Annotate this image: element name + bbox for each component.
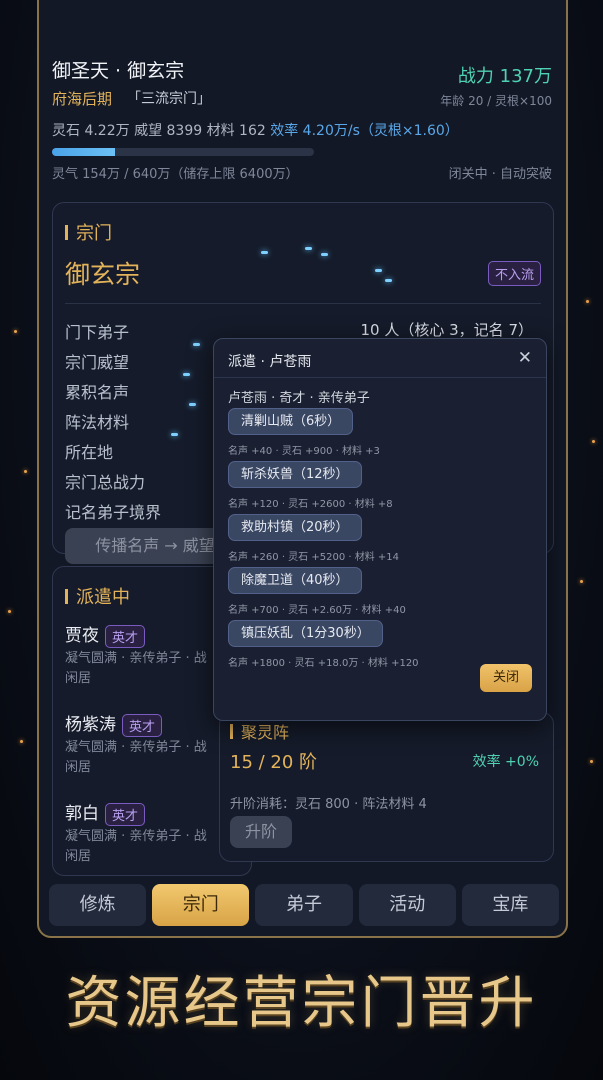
dialog-divider xyxy=(214,377,546,378)
tab-sect[interactable]: 宗门 xyxy=(152,884,250,926)
task-reward: 名声 +260 · 灵石 +5200 · 材料 +14 xyxy=(228,552,400,563)
array-panel-title-text: 聚灵阵 xyxy=(241,723,290,742)
qi-particle xyxy=(305,247,312,250)
disciple-detail: 凝气圆满 · 亲传弟子 · 战 xyxy=(65,829,207,844)
dispatch-panel-title: 派遣中 xyxy=(65,583,130,609)
qi-particle xyxy=(261,251,268,254)
qi-particle xyxy=(375,269,382,272)
row-label-prestige: 宗门威望 xyxy=(65,353,130,372)
dispatch-panel-title-text: 派遣中 xyxy=(76,587,130,608)
sect-tier-badge: 不入流 xyxy=(487,261,541,286)
task-reward: 名声 +1800 · 灵石 +18.0万 · 材料 +120 xyxy=(228,658,419,669)
task-button-demons[interactable]: 除魔卫道（40秒） xyxy=(228,567,362,594)
row-value-disciples: 10 人（核心 3，记名 7） xyxy=(360,321,533,339)
qi-particle xyxy=(385,279,392,282)
row-label-fame: 累积名声 xyxy=(65,383,130,402)
upgrade-button[interactable]: 升阶 xyxy=(230,816,292,848)
qi-particle xyxy=(321,253,328,256)
sect-panel-title-text: 宗门 xyxy=(76,223,112,244)
disciple-status: 闲居 xyxy=(65,760,92,775)
ember-spark xyxy=(590,760,593,763)
efficiency: 效率 4.20万/s（灵根×1.60） xyxy=(270,123,459,139)
talent-badge: 英才 xyxy=(105,624,146,648)
close-icon[interactable]: ✕ xyxy=(518,348,532,368)
dialog-title: 派遣 · 卢苍雨 xyxy=(228,354,312,370)
tab-cultivate[interactable]: 修炼 xyxy=(49,884,147,926)
resource-line: 灵石 4.22万 威望 8399 材料 162 效率 4.20万/s（灵根×1.… xyxy=(52,120,459,140)
player-title: 御圣天 · 御玄宗 xyxy=(52,60,185,82)
dispatch-dialog: 派遣 · 卢苍雨 ✕ 卢苍雨 · 奇才 · 亲传弟子 清剿山贼（6秒） 名声 +… xyxy=(213,338,547,721)
row-label-materials: 阵法材料 xyxy=(65,413,130,432)
dialog-disciple-info: 卢苍雨 · 奇才 · 亲传弟子 xyxy=(228,391,370,406)
disciple-name: 杨紫涛 xyxy=(65,715,116,735)
promo-banner: 资源经营宗门晋升 xyxy=(65,971,538,1036)
sect-rank: 「三流宗门」 xyxy=(127,91,211,107)
qi-text: 灵气 154万 / 640万（储存上限 6400万） xyxy=(52,167,299,182)
talent-badge: 英才 xyxy=(122,713,163,737)
task-button-bandits[interactable]: 清剿山贼（6秒） xyxy=(228,408,354,435)
qi-progress-fill xyxy=(52,148,115,156)
qi-particle xyxy=(193,343,200,346)
sect-name: 御玄宗 xyxy=(65,260,141,289)
disciple-name: 郭白 xyxy=(65,804,99,824)
ember-spark xyxy=(592,440,595,443)
combat-power: 战力 137万 xyxy=(457,66,552,87)
talent-badge: 英才 xyxy=(105,802,146,826)
title-marker xyxy=(65,588,68,604)
resource-values: 灵石 4.22万 威望 8399 材料 162 xyxy=(52,123,266,139)
tab-treasury[interactable]: 宝库 xyxy=(461,884,560,926)
task-button-beasts[interactable]: 斩杀妖兽（12秒） xyxy=(228,461,362,488)
row-label-total-power: 宗门总战力 xyxy=(65,473,146,492)
bottom-tab-bar: 修炼 宗门 弟子 活动 宝库 xyxy=(49,884,560,926)
qi-particle xyxy=(189,403,196,406)
row-label-disciples: 门下弟子 xyxy=(65,323,130,342)
divider xyxy=(65,303,541,304)
game-frame: 御圣天 · 御玄宗 战力 137万 府海后期 「三流宗门」 年龄 20 / 灵根… xyxy=(37,0,568,938)
spirit-array-panel: 聚灵阵 15 / 20 阶 效率 +0% 升阶消耗：灵石 800 · 阵法材料 … xyxy=(219,712,554,862)
row-label-outer-realm: 记名弟子境界 xyxy=(65,503,162,522)
age-root: 年龄 20 / 灵根×100 xyxy=(440,94,552,108)
disciple-item[interactable]: 贾夜 英才 xyxy=(65,621,146,648)
disciple-detail: 凝气圆满 · 亲传弟子 · 战 xyxy=(65,651,207,666)
ember-spark xyxy=(580,580,583,583)
task-button-villages[interactable]: 救助村镇（20秒） xyxy=(228,514,362,541)
qi-particle xyxy=(171,433,178,436)
ember-spark xyxy=(20,740,23,743)
ember-spark xyxy=(8,610,11,613)
ember-spark xyxy=(14,330,17,333)
row-label-location: 所在地 xyxy=(65,443,114,462)
ember-spark xyxy=(586,300,589,303)
cultivation-status: 闭关中 · 自动突破 xyxy=(448,167,552,182)
disciple-detail: 凝气圆满 · 亲传弟子 · 战 xyxy=(65,740,207,755)
qi-particle xyxy=(183,373,190,376)
disciple-item[interactable]: 郭白 英才 xyxy=(65,799,146,826)
upgrade-cost: 升阶消耗：灵石 800 · 阵法材料 4 xyxy=(230,797,427,812)
cultivation-realm: 府海后期 xyxy=(52,90,113,108)
tab-events[interactable]: 活动 xyxy=(358,884,456,926)
task-button-chaos[interactable]: 镇压妖乱（1分30秒） xyxy=(228,620,383,647)
array-panel-title: 聚灵阵 xyxy=(230,719,289,743)
tab-disciples[interactable]: 弟子 xyxy=(255,884,353,926)
disciple-item[interactable]: 杨紫涛 英才 xyxy=(65,710,163,737)
disciple-name: 贾夜 xyxy=(65,626,99,646)
disciple-status: 闲居 xyxy=(65,849,92,864)
title-marker xyxy=(230,723,233,739)
qi-progress-bar xyxy=(52,148,314,156)
task-reward: 名声 +700 · 灵石 +2.60万 · 材料 +40 xyxy=(228,605,406,616)
array-level: 15 / 20 阶 xyxy=(230,752,318,773)
sect-panel-title: 宗门 xyxy=(65,219,112,245)
dialog-close-button[interactable]: 关闭 xyxy=(480,664,532,692)
title-marker xyxy=(65,224,68,240)
disciple-status: 闲居 xyxy=(65,671,92,686)
task-reward: 名声 +120 · 灵石 +2600 · 材料 +8 xyxy=(228,499,393,510)
array-efficiency: 效率 +0% xyxy=(472,754,539,770)
task-reward: 名声 +40 · 灵石 +900 · 材料 +3 xyxy=(228,446,380,457)
ember-spark xyxy=(24,470,27,473)
